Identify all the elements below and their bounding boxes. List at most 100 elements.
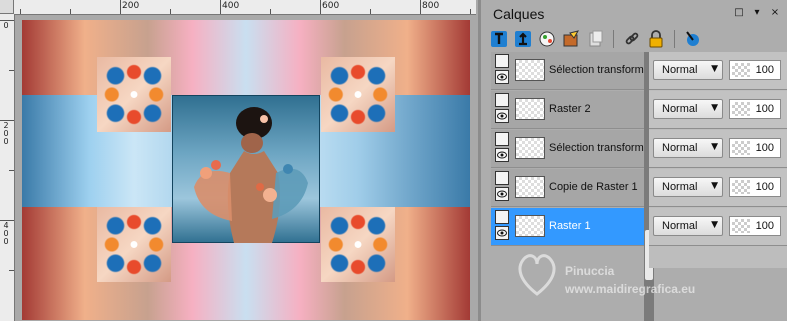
opacity-value: 100 — [755, 181, 774, 193]
layer-thumbnail — [515, 176, 545, 198]
maximize-icon[interactable]: □ — [733, 7, 745, 19]
layer-group-icon[interactable] — [495, 93, 509, 107]
duplicate-layer-icon[interactable] — [585, 29, 605, 49]
new-raster-layer-icon[interactable] — [489, 29, 509, 49]
horizontal-ruler: 200 400 600 800 — [14, 0, 476, 15]
fractal-tile-top-right — [321, 57, 395, 132]
layer-properties-row: Normal ▼ 100 — [649, 169, 787, 207]
chevron-down-icon: ▼ — [711, 181, 718, 191]
ruler-v-label-400-c: 0 — [3, 237, 9, 246]
opacity-value: 100 — [755, 64, 774, 76]
opacity-field[interactable]: 100 — [729, 60, 781, 80]
blend-mode-value: Normal — [662, 103, 698, 115]
chevron-down-icon: ▼ — [711, 220, 718, 230]
layer-name[interactable]: Copie de Raster 1 — [549, 181, 638, 193]
layer-properties-row: Normal ▼ 100 — [649, 52, 787, 90]
opacity-value: 100 — [755, 142, 774, 154]
layer-thumbnail — [515, 137, 545, 159]
layer-group-icon[interactable] — [495, 210, 509, 224]
lock-icon[interactable] — [646, 29, 666, 49]
layer-group-icon[interactable] — [495, 132, 509, 146]
opacity-value: 100 — [755, 220, 774, 232]
transparency-swatch — [732, 102, 750, 116]
layer-name[interactable]: Raster 2 — [549, 103, 591, 115]
fractal-tile-bottom-right — [321, 207, 395, 282]
new-adjustment-layer-icon[interactable] — [537, 29, 557, 49]
opacity-field[interactable]: 100 — [729, 216, 781, 236]
layer-row-raster-2[interactable]: Raster 2 — [491, 91, 649, 129]
blend-mode-value: Normal — [662, 181, 698, 193]
watermark-name: Pinuccia — [565, 264, 615, 278]
ruler-label-400: 400 — [222, 1, 240, 11]
layers-toolbar — [489, 28, 703, 50]
blend-mode-dropdown[interactable]: Normal ▼ — [653, 60, 723, 80]
ruler-label-600: 600 — [322, 1, 340, 11]
layer-properties-column: Normal ▼ 100 Normal ▼ 100 Normal ▼ 100 Norm… — [649, 52, 787, 268]
layer-thumbnail — [515, 215, 545, 237]
blend-mode-value: Normal — [662, 220, 698, 232]
opacity-field[interactable]: 100 — [729, 99, 781, 119]
visibility-eye-icon[interactable] — [495, 226, 509, 240]
layer-properties-row: Normal ▼ 100 — [649, 91, 787, 129]
chevron-down-icon: ▼ — [711, 103, 718, 113]
blend-mode-value: Normal — [662, 142, 698, 154]
layer-row-selection-transformee-1[interactable]: Sélection transformée 1 — [491, 52, 665, 90]
visibility-eye-icon[interactable] — [495, 187, 509, 201]
blend-mode-dropdown[interactable]: Normal ▼ — [653, 99, 723, 119]
pin-icon[interactable]: ▾ — [751, 7, 763, 19]
transparency-swatch — [732, 141, 750, 155]
layer-row-selection-transformee[interactable]: Sélection transformée — [491, 130, 656, 168]
chevron-down-icon: ▼ — [711, 142, 718, 152]
blend-mode-dropdown[interactable]: Normal ▼ — [653, 216, 723, 236]
heart-logo-icon — [518, 254, 556, 296]
blend-mode-value: Normal — [662, 64, 698, 76]
fractal-tile-bottom-left — [97, 207, 171, 282]
link-icon[interactable] — [622, 29, 642, 49]
toolbar-separator — [613, 30, 614, 48]
close-icon[interactable]: × — [769, 7, 781, 19]
fractal-tile-top-left — [97, 57, 171, 132]
panel-title: Calques — [493, 6, 545, 22]
watermark: Pinuccia www.maidiregrafica.eu — [513, 244, 743, 304]
layer-thumbnail — [515, 59, 545, 81]
transparency-swatch — [732, 180, 750, 194]
opacity-field[interactable]: 100 — [729, 177, 781, 197]
layer-row-copie-de-raster-1[interactable]: Copie de Raster 1 — [491, 169, 649, 207]
top-band — [22, 20, 470, 95]
toolbar-separator-2 — [674, 30, 675, 48]
transparency-swatch — [732, 63, 750, 77]
layer-name[interactable]: Raster 1 — [549, 220, 591, 232]
blend-mode-dropdown[interactable]: Normal ▼ — [653, 177, 723, 197]
layer-group-icon[interactable] — [495, 54, 509, 68]
opacity-field[interactable]: 100 — [729, 138, 781, 158]
new-mask-layer-icon[interactable] — [561, 29, 581, 49]
layer-name[interactable]: Sélection transformée — [549, 142, 656, 154]
canvas-image[interactable] — [22, 20, 470, 320]
ruler-v-label-200-c: 0 — [3, 137, 9, 146]
layer-properties-row: Normal ▼ 100 — [649, 130, 787, 168]
opacity-value: 100 — [755, 103, 774, 115]
chevron-down-icon: ▼ — [711, 64, 718, 74]
layer-thumbnail — [515, 98, 545, 120]
ruler-label-800: 800 — [422, 1, 440, 11]
visibility-eye-icon[interactable] — [495, 70, 509, 84]
image-canvas-window[interactable]: 200 400 600 800 0 2 0 0 4 0 0 — [0, 0, 478, 321]
layer-list: Sélection transformée 1 Raster 2 Sélecti… — [491, 52, 665, 268]
ruler-corner — [0, 0, 14, 14]
transparency-swatch — [732, 219, 750, 233]
new-vector-layer-icon[interactable] — [513, 29, 533, 49]
watermark-url: www.maidiregrafica.eu — [565, 282, 696, 296]
center-portrait-panel — [172, 95, 320, 243]
panel-controls: □ ▾ × — [733, 7, 781, 19]
woman-with-wings-image — [194, 107, 308, 243]
ruler-label-200: 200 — [122, 1, 140, 11]
layers-panel: Calques □ ▾ × Sélection transformée 1 Ra… — [481, 0, 787, 321]
ruler-v-label-0: 0 — [3, 21, 9, 30]
visibility-eye-icon[interactable] — [495, 109, 509, 123]
layer-group-icon[interactable] — [495, 171, 509, 185]
visibility-eye-icon[interactable] — [495, 148, 509, 162]
edit-selection-icon[interactable] — [683, 29, 703, 49]
layer-row-raster-1[interactable]: Raster 1 — [491, 208, 649, 246]
blend-mode-dropdown[interactable]: Normal ▼ — [653, 138, 723, 158]
layer-properties-row: Normal ▼ 100 — [649, 208, 787, 246]
